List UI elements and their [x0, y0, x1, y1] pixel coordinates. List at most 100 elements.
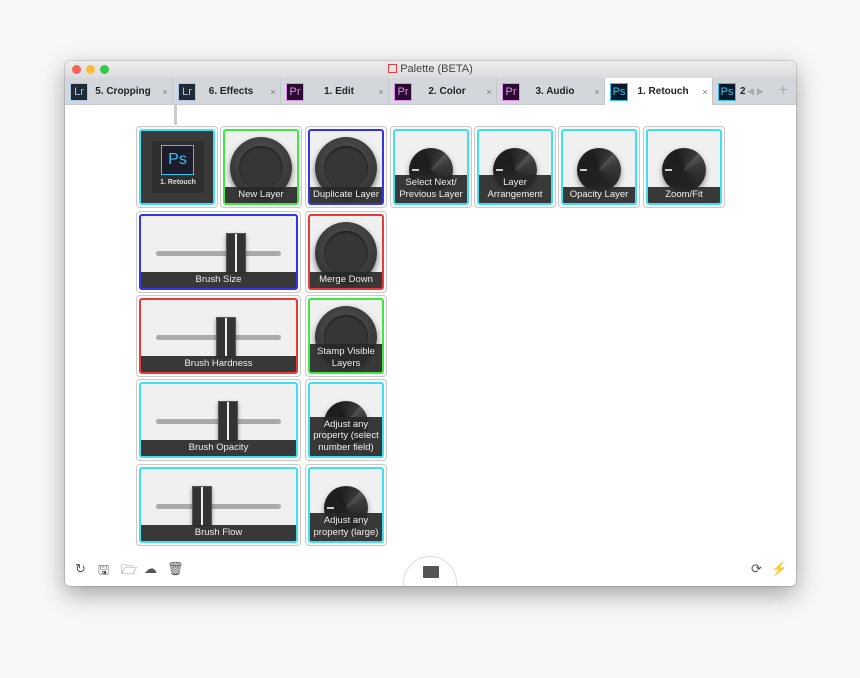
- lr-app-icon: Lr: [70, 82, 88, 101]
- tile-frame: Adjust any property (select number field…: [308, 382, 384, 458]
- slider-handle[interactable]: [215, 317, 236, 357]
- tile-new-layer[interactable]: New Layer: [220, 126, 302, 208]
- pr-app-icon: Pr: [394, 82, 412, 101]
- tile-label: Brush Opacity: [141, 439, 296, 456]
- save-icon[interactable]: 🖫: [98, 561, 109, 583]
- tile-merge-down[interactable]: Merge Down: [305, 211, 387, 293]
- plug-icon[interactable]: ⚡: [771, 561, 787, 577]
- tab-1-retouch[interactable]: Ps 1. Retouch ×: [605, 78, 713, 105]
- ps-app-icon: Ps: [718, 82, 736, 101]
- slider-track: [156, 504, 281, 509]
- tile-frame: Layer Arrangement: [477, 129, 553, 205]
- tile-frame: Zoom/Fit: [646, 129, 722, 205]
- palette-app-icon: [388, 64, 398, 73]
- tile-frame: Select Next/ Previous Layer: [393, 129, 469, 205]
- trash-icon[interactable]: 🗑: [167, 561, 184, 577]
- tab-close-icon[interactable]: ×: [482, 87, 496, 97]
- tile-label: Opacity Layer: [563, 186, 635, 203]
- tab-label: 2: [740, 86, 746, 97]
- tile-stamp-visible-layers[interactable]: Stamp Visible Layers: [305, 295, 387, 377]
- tile-frame: Brush Flow: [139, 467, 298, 543]
- tile-frame: Brush Hardness: [139, 298, 298, 374]
- rotary-dial-icon: [577, 148, 621, 192]
- minimize-window-button[interactable]: [86, 65, 95, 74]
- tile-adjust-any-property-select-number-field-[interactable]: Adjust any property (select number field…: [305, 379, 387, 461]
- ps-app-icon: Ps: [610, 82, 628, 101]
- tile-frame: New Layer: [223, 129, 299, 205]
- tab-close-icon[interactable]: ×: [590, 87, 604, 97]
- tile-duplicate-layer[interactable]: Duplicate Layer: [305, 126, 387, 208]
- photoshop-logo-icon: Ps: [161, 145, 194, 175]
- tile-1-retouch[interactable]: Ps 1. Retouch: [136, 126, 218, 208]
- tab-2[interactable]: Ps 2: [713, 78, 746, 105]
- screen-name: 1. Retouch: [160, 179, 196, 186]
- tile-brush-hardness[interactable]: Brush Hardness: [136, 295, 301, 377]
- tab-next-button[interactable]: ▶: [757, 86, 764, 97]
- tab-label: 3. Audio: [535, 86, 575, 97]
- slider-handle[interactable]: [217, 401, 238, 441]
- lr-app-icon: Lr: [178, 82, 196, 101]
- tile-label: Brush Size: [141, 271, 296, 288]
- slider-handle[interactable]: [191, 486, 212, 526]
- tile-select-next-previous-layer[interactable]: Select Next/ Previous Layer: [390, 126, 472, 208]
- tile-brush-size[interactable]: Brush Size: [136, 211, 301, 293]
- tab-close-icon[interactable]: ×: [266, 87, 280, 97]
- tile-frame: Duplicate Layer: [308, 129, 384, 205]
- slider-handle[interactable]: [226, 233, 247, 273]
- tile-label: Layer Arrangement: [479, 175, 551, 203]
- tile-zoom-fit[interactable]: Zoom/Fit: [643, 126, 725, 208]
- tile-frame: Stamp Visible Layers: [308, 298, 384, 374]
- tile-label: Brush Hardness: [141, 355, 296, 372]
- tile-label: New Layer: [225, 186, 297, 203]
- bottom-toolbar: ↻ 🖫 🗁 ☁ 🗑 ⟳ ⚡: [65, 556, 796, 586]
- tile-label: Adjust any property (large): [310, 513, 382, 541]
- tile-frame: Brush Size: [139, 214, 298, 290]
- slider-track: [156, 251, 281, 256]
- tab-close-icon[interactable]: ×: [158, 87, 172, 97]
- tile-label: Duplicate Layer: [310, 186, 382, 203]
- refresh-icon[interactable]: ↻: [75, 561, 86, 577]
- list-icon: [423, 566, 439, 578]
- window-title: Palette (BETA): [400, 63, 473, 75]
- window-controls: [72, 65, 109, 74]
- tile-frame: Opacity Layer: [561, 129, 637, 205]
- folder-open-icon[interactable]: 🗁: [121, 561, 137, 583]
- rotary-dial-icon: [662, 148, 706, 192]
- tab-close-icon[interactable]: ×: [374, 87, 388, 97]
- tab-6-effects[interactable]: Lr 6. Effects ×: [173, 78, 281, 105]
- tile-label: Zoom/Fit: [648, 186, 720, 203]
- pr-app-icon: Pr: [286, 82, 304, 101]
- tab-bar: Lr 5. Cropping × Lr 6. Effects × Pr 1. Edit × Pr 2…: [65, 78, 796, 105]
- tile-label: Select Next/ Previous Layer: [395, 175, 467, 203]
- tile-frame: Merge Down: [308, 214, 384, 290]
- sync-icon[interactable]: ⟳: [751, 561, 762, 577]
- tile-label: Stamp Visible Layers: [310, 344, 382, 372]
- tile-frame: Adjust any property (large): [308, 467, 384, 543]
- tab-label: 1. Retouch: [637, 86, 689, 97]
- cloud-upload-icon[interactable]: ☁: [144, 561, 157, 577]
- tab-label: 2. Color: [428, 86, 466, 97]
- tile-brush-flow[interactable]: Brush Flow: [136, 464, 301, 546]
- tab-label: 6. Effects: [208, 86, 254, 97]
- tile-label: Brush Flow: [141, 524, 296, 541]
- tab-5-cropping[interactable]: Lr 5. Cropping ×: [65, 78, 173, 105]
- tab-scroll-controls: ◀ ▶: [745, 78, 764, 104]
- close-window-button[interactable]: [72, 65, 81, 74]
- tab-3-audio[interactable]: Pr 3. Audio ×: [497, 78, 605, 105]
- pr-app-icon: Pr: [502, 82, 520, 101]
- tile-layer-arrangement[interactable]: Layer Arrangement: [474, 126, 556, 208]
- tab-2-color[interactable]: Pr 2. Color ×: [389, 78, 497, 105]
- tile-label: Adjust any property (select number field…: [310, 416, 382, 456]
- tab-prev-button[interactable]: ◀: [747, 86, 754, 97]
- tab-1-edit[interactable]: Pr 1. Edit ×: [281, 78, 389, 105]
- tile-frame: Ps 1. Retouch: [139, 129, 215, 205]
- add-tab-button[interactable]: +: [779, 82, 788, 100]
- tile-opacity-layer[interactable]: Opacity Layer: [558, 126, 640, 208]
- title-bar: Palette (BETA): [65, 61, 796, 78]
- layout-toggle-button[interactable]: [403, 556, 457, 586]
- tile-adjust-any-property-large-[interactable]: Adjust any property (large): [305, 464, 387, 546]
- tab-close-icon[interactable]: ×: [698, 87, 712, 97]
- tile-brush-opacity[interactable]: Brush Opacity: [136, 379, 301, 461]
- palette-window: Palette (BETA) Lr 5. Cropping × Lr 6. Effect…: [65, 61, 796, 586]
- zoom-window-button[interactable]: [100, 65, 109, 74]
